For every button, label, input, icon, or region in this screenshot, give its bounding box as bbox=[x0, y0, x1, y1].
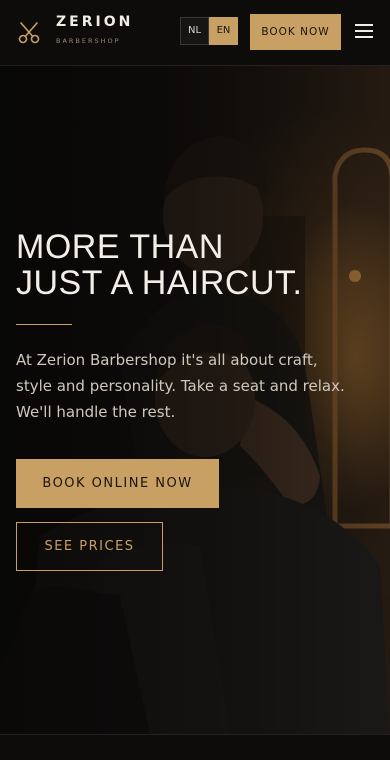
language-nl-button[interactable]: NL bbox=[180, 17, 209, 45]
scissors-icon[interactable] bbox=[17, 21, 41, 45]
next-section-edge bbox=[0, 734, 390, 760]
site-header: ZERION BARBERSHOP NL EN BOOK NOW bbox=[0, 0, 390, 66]
brand-name[interactable]: ZERION bbox=[56, 14, 133, 30]
book-online-button[interactable]: BOOK ONLINE NOW bbox=[16, 459, 219, 508]
brand-subtitle: BARBERSHOP bbox=[56, 37, 121, 45]
hero-title-line-2: JUST A HAIRCUT. bbox=[16, 264, 303, 302]
hero-description: At Zerion Barbershop it's all about craf… bbox=[16, 351, 345, 421]
hamburger-menu-icon[interactable] bbox=[355, 22, 373, 40]
hero-title: MORE THAN JUST A HAIRCUT. bbox=[16, 229, 356, 301]
hero-title-line-1: MORE THAN bbox=[16, 228, 224, 266]
language-en-button[interactable]: EN bbox=[209, 17, 238, 45]
book-now-button[interactable]: BOOK NOW bbox=[250, 14, 341, 50]
hero-divider bbox=[16, 324, 72, 325]
see-prices-button[interactable]: SEE PRICES bbox=[16, 522, 163, 571]
page: ZERION BARBERSHOP NL EN BOOK NOW MORE TH… bbox=[0, 0, 390, 760]
